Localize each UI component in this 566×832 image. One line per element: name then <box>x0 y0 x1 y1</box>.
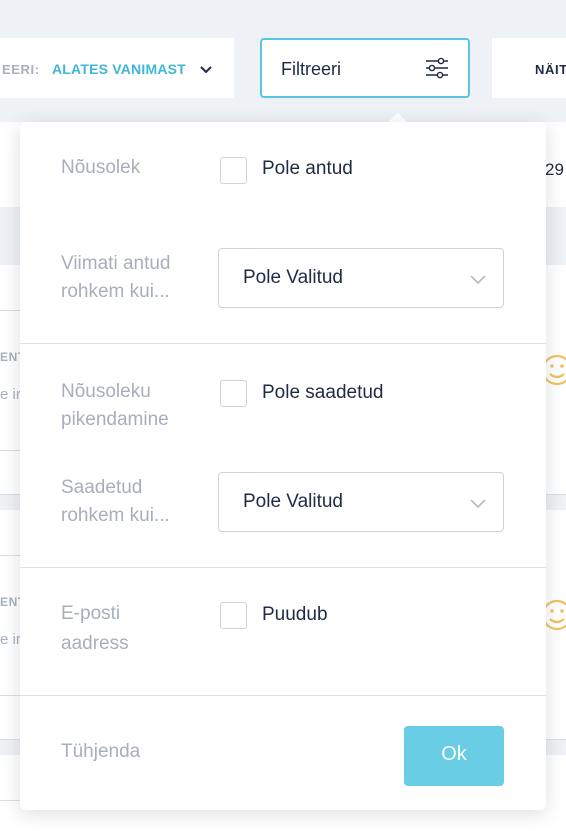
extension-not-sent-label[interactable]: Pole saadetud <box>262 382 384 404</box>
row-count: 29 <box>545 160 564 179</box>
email-label-line2: aadress <box>61 633 129 654</box>
last-given-select-value: Pole Valitud <box>243 267 343 288</box>
ok-button-label: Ok <box>441 743 467 765</box>
last-given-select[interactable]: Pole Valitud <box>218 248 504 308</box>
consent-label: Nõusolek <box>61 157 141 178</box>
clear-filters-link[interactable]: Tühjenda <box>61 741 140 763</box>
section-divider <box>20 695 546 696</box>
last-given-label-line2: rohkem kui... <box>61 281 170 302</box>
row-divider <box>0 310 20 311</box>
show-label: NÄIT <box>535 62 566 77</box>
filter-popover: Nõusolek Pole antud Viimati antud rohkem… <box>20 122 546 810</box>
filter-button[interactable]: Filtreeri <box>260 38 470 98</box>
toolbar: EERI: ALATES VANIMAST Filtreeri NÄIT <box>0 0 566 122</box>
row-divider <box>0 555 20 556</box>
sent-label-line2: rohkem kui... <box>61 505 170 526</box>
sent-select[interactable]: Pole Valitud <box>218 472 504 532</box>
section-divider <box>20 343 546 344</box>
consent-not-given-checkbox[interactable] <box>220 157 247 184</box>
extension-label-line1: Nõusoleku <box>61 381 151 402</box>
sent-label-line1: Saadetud <box>61 477 143 498</box>
list-item-snippet: e ir <box>0 631 21 648</box>
sent-select-value: Pole Valitud <box>243 491 343 512</box>
filter-button-label: Filtreeri <box>281 59 342 79</box>
extension-not-sent-checkbox[interactable] <box>220 380 247 407</box>
ok-button[interactable]: Ok <box>404 726 504 786</box>
consent-not-given-label[interactable]: Pole antud <box>262 158 353 180</box>
show-dropdown[interactable]: NÄIT <box>492 38 566 98</box>
sort-value: ALATES VANIMAST <box>52 61 186 77</box>
list-item-snippet: e ir <box>0 386 21 403</box>
section-divider <box>20 567 546 568</box>
sort-label: EERI: <box>2 62 40 77</box>
email-missing-checkbox[interactable] <box>220 602 247 629</box>
chevron-down-icon <box>470 275 486 285</box>
chevron-down-icon <box>200 66 212 74</box>
email-label-line1: E-posti <box>61 603 121 624</box>
extension-label-line2: pikendamine <box>61 409 169 430</box>
row-divider <box>0 800 20 801</box>
last-given-label-line1: Viimati antud <box>61 253 171 274</box>
email-missing-label[interactable]: Puudub <box>262 604 328 626</box>
sliders-icon <box>426 57 448 79</box>
row-divider <box>0 695 20 696</box>
chevron-down-icon <box>470 499 486 509</box>
sort-dropdown[interactable]: EERI: ALATES VANIMAST <box>0 38 234 98</box>
row-divider <box>0 450 20 451</box>
